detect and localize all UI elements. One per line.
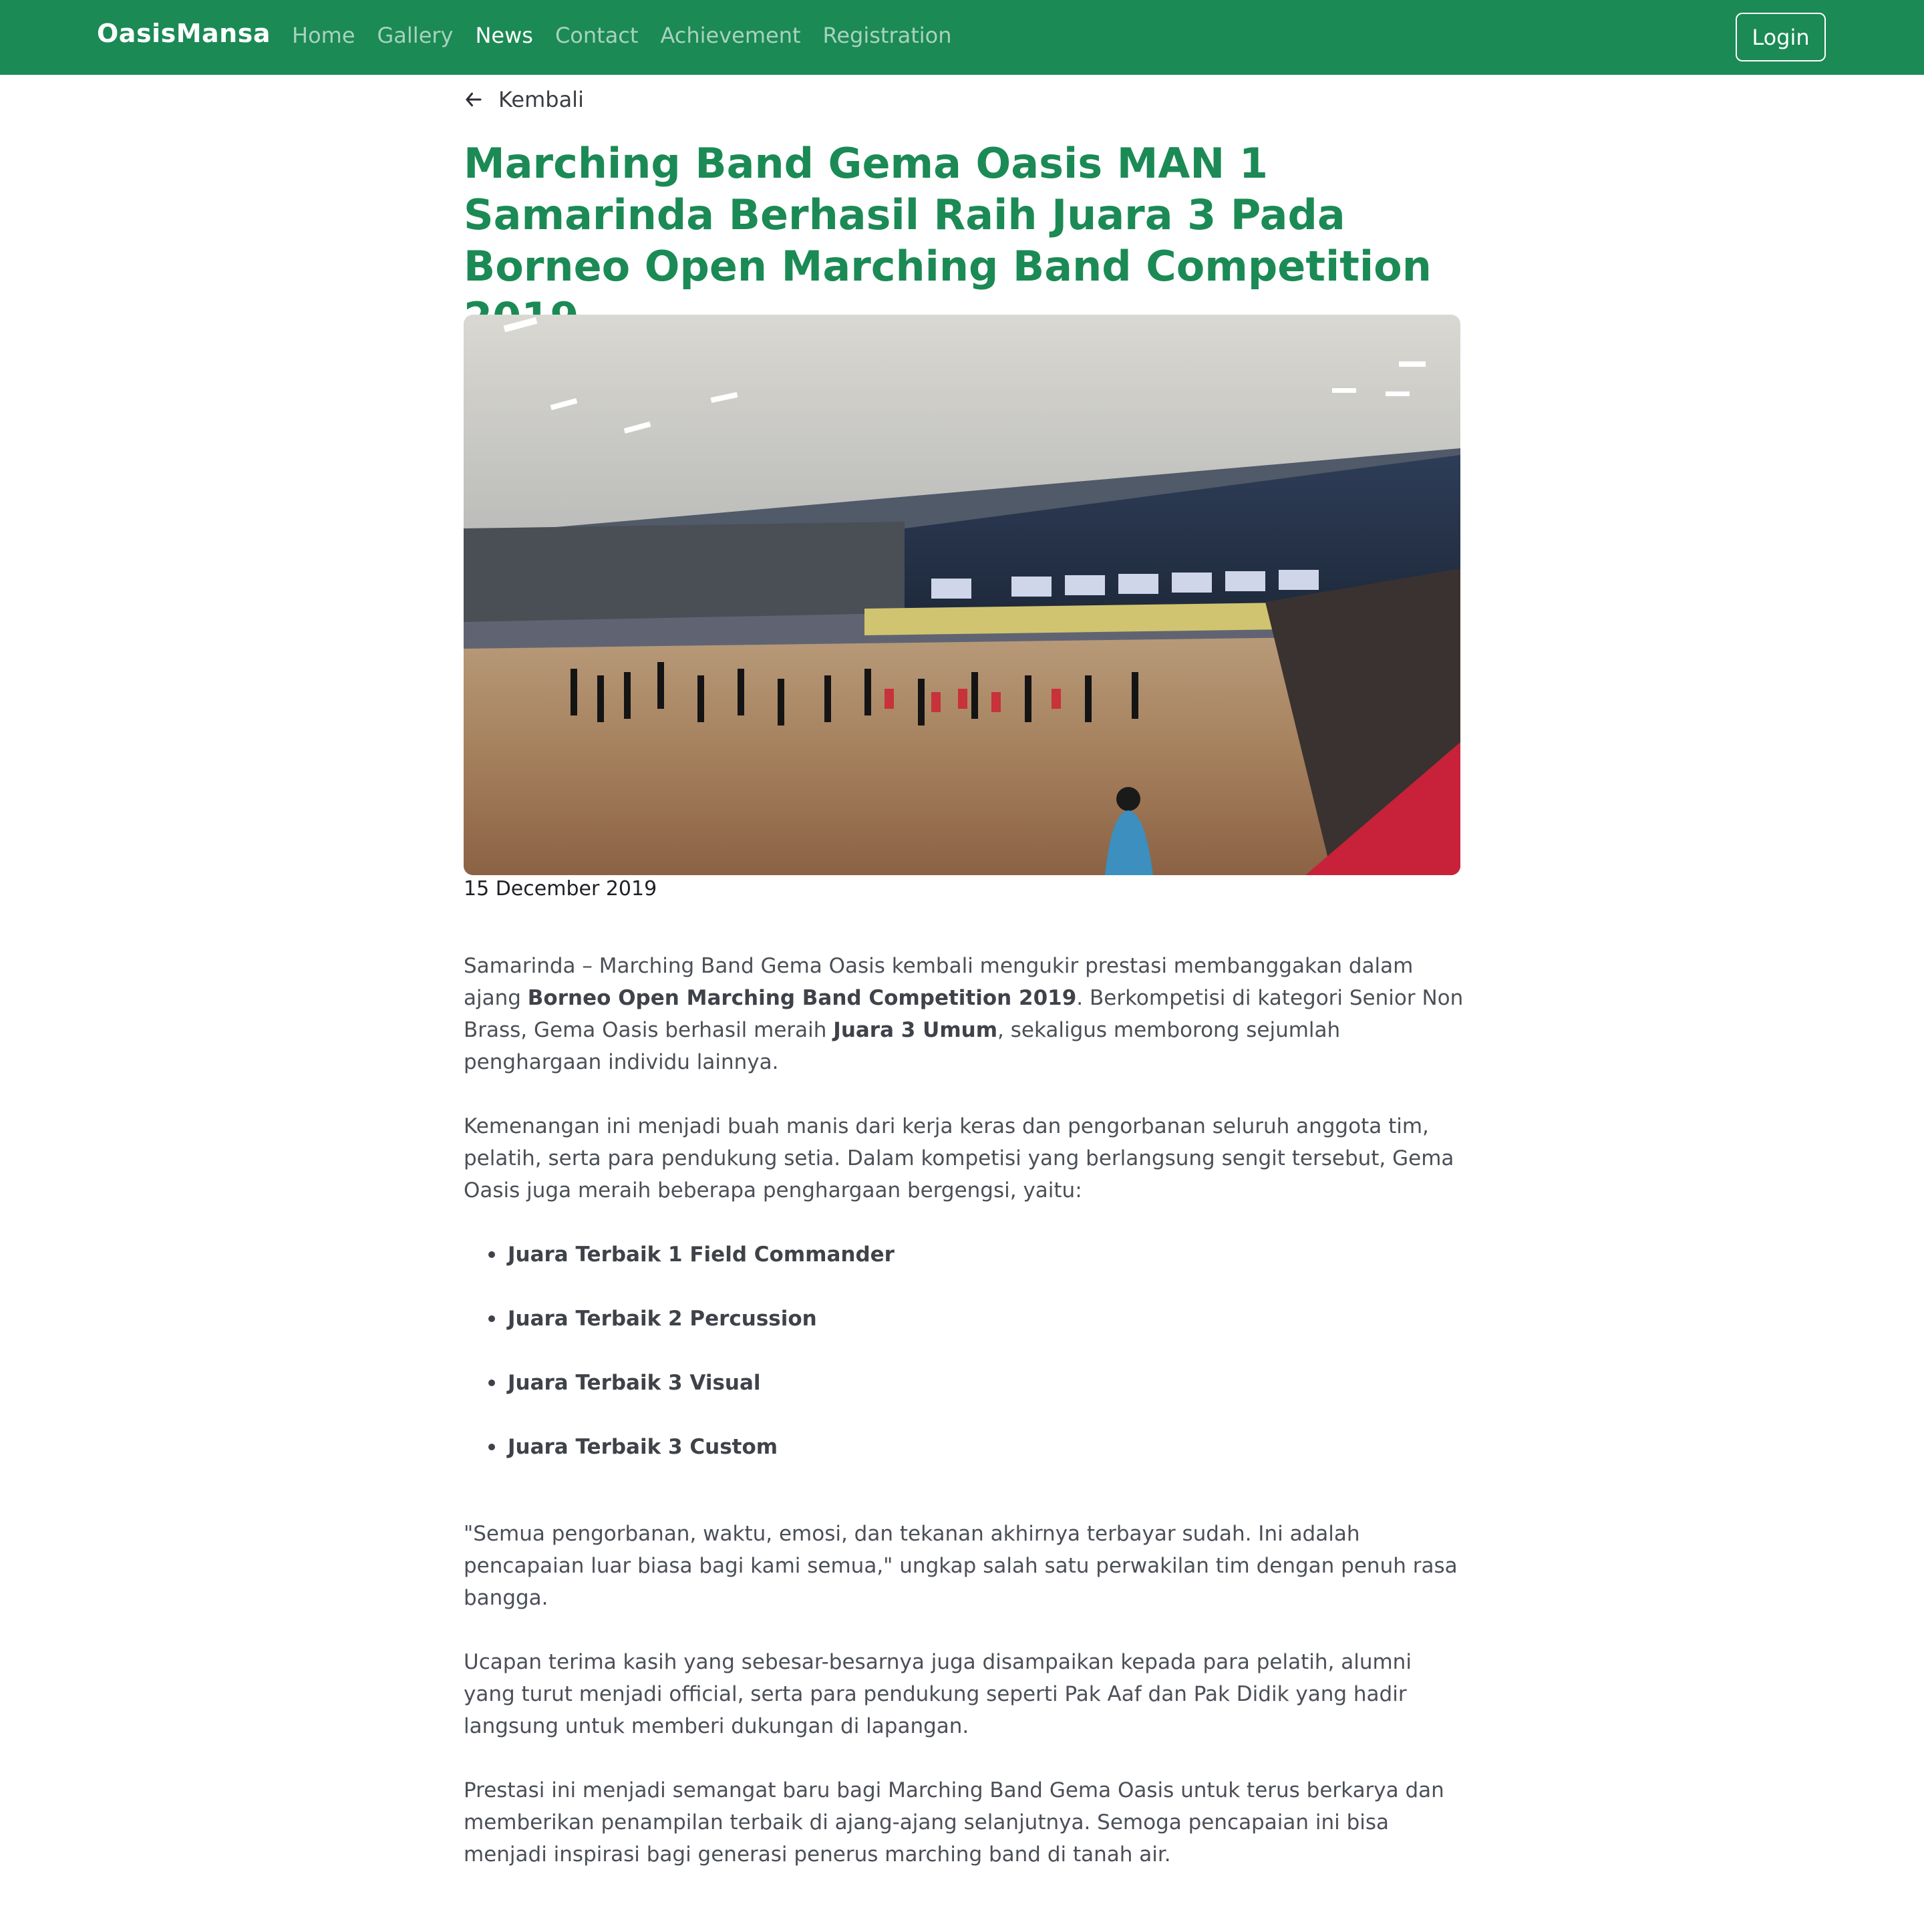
paragraph-quote: "Semua pengorbanan, waktu, emosi, dan te… bbox=[464, 1522, 1458, 1610]
award-label: Juara Terbaik 1 Field Commander bbox=[508, 1243, 895, 1267]
brand-logo[interactable]: OasisMansa bbox=[97, 19, 271, 48]
login-button[interactable]: Login bbox=[1736, 13, 1826, 61]
back-label: Kembali bbox=[498, 87, 584, 112]
paragraph-5: Prestasi ini menjadi semangat baru bagi … bbox=[464, 1778, 1444, 1867]
paragraph-intro: Samarinda – Marching Band Gema Oasis kem… bbox=[464, 950, 1466, 1078]
award-item: Juara Terbaik 3 Visual bbox=[464, 1367, 1466, 1399]
nav-link-news[interactable]: News bbox=[475, 23, 532, 48]
nav-links: Home Gallery News Contact Achievement Re… bbox=[292, 23, 974, 48]
bullet-icon bbox=[488, 1251, 495, 1258]
competition-name: Borneo Open Marching Band Competition 20… bbox=[527, 986, 1077, 1010]
award-label: Juara Terbaik 3 Custom bbox=[508, 1435, 778, 1459]
paragraph-2: Kemenangan ini menjadi buah manis dari k… bbox=[464, 1114, 1454, 1202]
article-date: 15 December 2019 bbox=[464, 877, 657, 901]
awards-list: Juara Terbaik 1 Field Commander Juara Te… bbox=[464, 1239, 1466, 1463]
award-item: Juara Terbaik 3 Custom bbox=[464, 1431, 1466, 1463]
nav-link-home[interactable]: Home bbox=[292, 23, 355, 48]
marching-band-photo bbox=[464, 315, 1460, 875]
bullet-icon bbox=[488, 1380, 495, 1386]
article-image bbox=[464, 315, 1460, 875]
overall-rank: Juara 3 Umum bbox=[833, 1018, 998, 1042]
award-item: Juara Terbaik 2 Percussion bbox=[464, 1303, 1466, 1335]
nav-link-achievement[interactable]: Achievement bbox=[660, 23, 800, 48]
award-label: Juara Terbaik 3 Visual bbox=[508, 1371, 761, 1395]
award-label: Juara Terbaik 2 Percussion bbox=[508, 1307, 817, 1331]
award-item: Juara Terbaik 1 Field Commander bbox=[464, 1239, 1466, 1271]
nav-link-contact[interactable]: Contact bbox=[555, 23, 639, 48]
paragraph-4: Ucapan terima kasih yang sebesar-besarny… bbox=[464, 1650, 1412, 1738]
arrow-left-icon bbox=[466, 92, 482, 107]
article-body: Samarinda – Marching Band Gema Oasis kem… bbox=[464, 950, 1466, 1871]
nav-link-registration[interactable]: Registration bbox=[823, 23, 952, 48]
navbar: OasisMansa Home Gallery News Contact Ach… bbox=[0, 0, 1924, 75]
article-title: Marching Band Gema Oasis MAN 1 Samarinda… bbox=[464, 139, 1432, 342]
back-link[interactable]: Kembali bbox=[464, 87, 584, 112]
nav-link-gallery[interactable]: Gallery bbox=[377, 23, 454, 48]
bullet-icon bbox=[488, 1444, 495, 1450]
bullet-icon bbox=[488, 1315, 495, 1322]
